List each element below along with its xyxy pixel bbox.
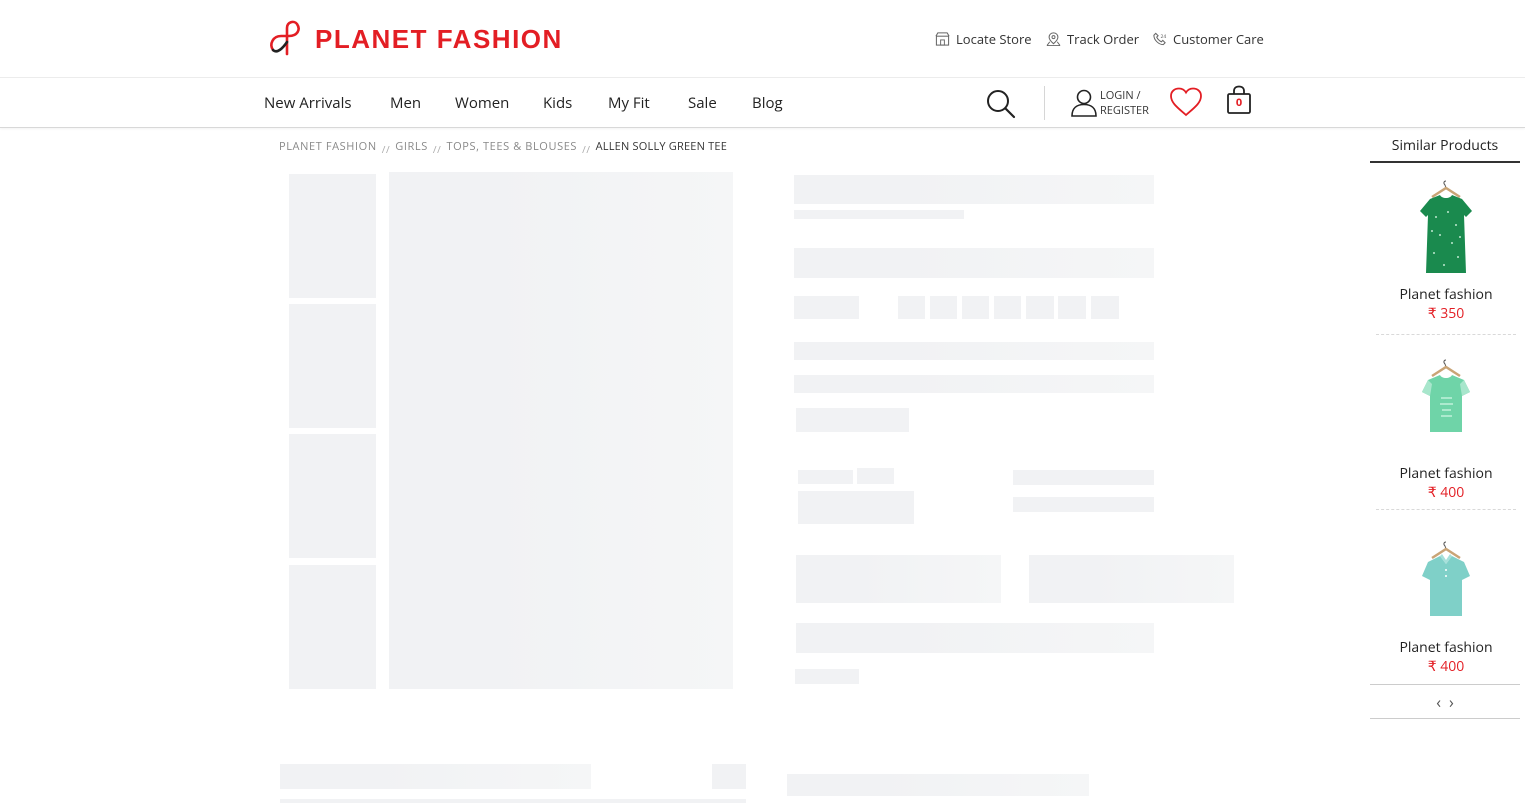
similar-product-card[interactable]: Planet fashion ₹ 400 <box>1376 540 1516 685</box>
nav-sale[interactable]: Sale <box>688 93 717 113</box>
breadcrumb: PLANET FASHION // GIRLS // TOPS, TEES & … <box>279 139 728 156</box>
wishlist-button-placeholder <box>1029 555 1234 603</box>
size-option-placeholder <box>1026 296 1054 319</box>
section-line-placeholder <box>280 799 746 803</box>
login-register-link[interactable]: LOGIN / REGISTER <box>1100 88 1149 118</box>
breadcrumb-separator: // <box>582 141 591 156</box>
planet-fashion-logo-icon <box>270 20 300 56</box>
thumbnail-placeholder <box>289 174 376 298</box>
mint-graphic-tee-image <box>1422 359 1470 432</box>
similar-product-name: Planet fashion <box>1399 464 1493 483</box>
main-image-placeholder <box>389 172 733 689</box>
search-icon[interactable] <box>985 88 1017 120</box>
nav-new-arrivals[interactable]: New Arrivals <box>264 93 352 113</box>
text-line-placeholder <box>795 669 859 684</box>
thumbnail-placeholder <box>289 304 376 428</box>
green-printed-top-image <box>1420 180 1472 273</box>
similar-product-name: Planet fashion <box>1399 638 1493 657</box>
track-order-label: Track Order <box>1067 30 1140 48</box>
similar-product-price: ₹ 350 <box>1427 304 1465 323</box>
similar-products-title: Similar Products <box>1370 136 1520 163</box>
brand-logo[interactable]: PLANET FASHION <box>267 20 563 58</box>
breadcrumb-separator: // <box>432 141 442 156</box>
track-order-link[interactable]: Track Order <box>1046 30 1139 48</box>
text-line-placeholder <box>794 375 1154 393</box>
size-option-placeholder <box>962 296 989 319</box>
wishlist-heart-icon[interactable] <box>1168 86 1204 118</box>
size-option-placeholder <box>930 296 957 319</box>
breadcrumb-girls[interactable]: GIRLS <box>395 139 428 154</box>
similar-product-card[interactable]: Planet fashion ₹ 350 <box>1376 177 1516 335</box>
store-icon <box>935 32 950 46</box>
top-header: PLANET FASHION Locate Store Track Order … <box>0 0 1525 78</box>
nav-my-fit[interactable]: My Fit <box>608 93 650 113</box>
quantity-placeholder <box>798 491 914 524</box>
label-placeholder <box>857 468 894 484</box>
size-option-placeholder <box>1091 296 1119 319</box>
delivery-check-placeholder <box>796 623 1154 653</box>
breadcrumb-current: ALLEN SOLLY GREEN TEE <box>595 139 728 154</box>
nav-blog[interactable]: Blog <box>752 93 783 113</box>
nav-women[interactable]: Women <box>455 93 509 113</box>
next-arrow-icon[interactable]: › <box>1449 691 1454 713</box>
cart-count-badge: 0 <box>1235 95 1243 110</box>
breadcrumb-tops[interactable]: TOPS, TEES & BLOUSES <box>446 139 577 154</box>
customer-care-link[interactable]: 24 Customer Care <box>1152 30 1264 48</box>
nav-kids[interactable]: Kids <box>543 93 572 113</box>
text-line-placeholder <box>1013 497 1154 512</box>
subtitle-placeholder <box>794 210 964 219</box>
aqua-polo-tee-image <box>1422 541 1470 616</box>
label-placeholder <box>798 470 853 484</box>
main-nav: New Arrivals Men Women Kids My Fit Sale … <box>0 78 1525 128</box>
section-header-placeholder <box>280 764 591 789</box>
phone-24-icon: 24 <box>1153 32 1166 46</box>
locate-store-link[interactable]: Locate Store <box>935 30 1032 48</box>
text-line-placeholder <box>794 342 1154 360</box>
location-pin-icon <box>1046 32 1061 47</box>
similar-product-card[interactable]: Planet fashion ₹ 400 <box>1376 356 1516 510</box>
title-placeholder <box>794 175 1154 204</box>
nav-divider <box>1044 86 1045 120</box>
text-line-placeholder <box>1013 470 1154 485</box>
similar-products-pager: ‹ › <box>1370 684 1520 719</box>
similar-product-name: Planet fashion <box>1399 285 1493 304</box>
size-label-placeholder <box>794 296 859 319</box>
breadcrumb-separator: // <box>381 141 391 156</box>
thumbnail-placeholder <box>289 434 376 558</box>
price-placeholder <box>794 248 1154 278</box>
breadcrumb-home[interactable]: PLANET FASHION <box>279 139 377 154</box>
svg-text:24: 24 <box>1160 34 1166 40</box>
size-option-placeholder <box>1058 296 1086 319</box>
register-label: REGISTER <box>1100 103 1149 118</box>
thumbnail-placeholder <box>289 565 376 689</box>
add-to-bag-placeholder <box>796 555 1001 603</box>
section-toggle-placeholder <box>712 764 746 789</box>
similar-product-price: ₹ 400 <box>1427 657 1465 676</box>
previous-arrow-icon[interactable]: ‹ <box>1436 691 1441 713</box>
similar-product-price: ₹ 400 <box>1427 483 1465 502</box>
size-option-placeholder <box>994 296 1021 319</box>
customer-care-label: Customer Care <box>1173 30 1264 48</box>
nav-men[interactable]: Men <box>390 93 421 113</box>
text-block-placeholder <box>796 408 909 432</box>
brand-name: PLANET FASHION <box>315 24 563 54</box>
locate-store-label: Locate Store <box>956 30 1032 48</box>
size-option-placeholder <box>898 296 925 319</box>
login-label: LOGIN / <box>1100 88 1141 103</box>
section-header-placeholder <box>787 774 1089 796</box>
user-icon[interactable] <box>1070 88 1098 118</box>
